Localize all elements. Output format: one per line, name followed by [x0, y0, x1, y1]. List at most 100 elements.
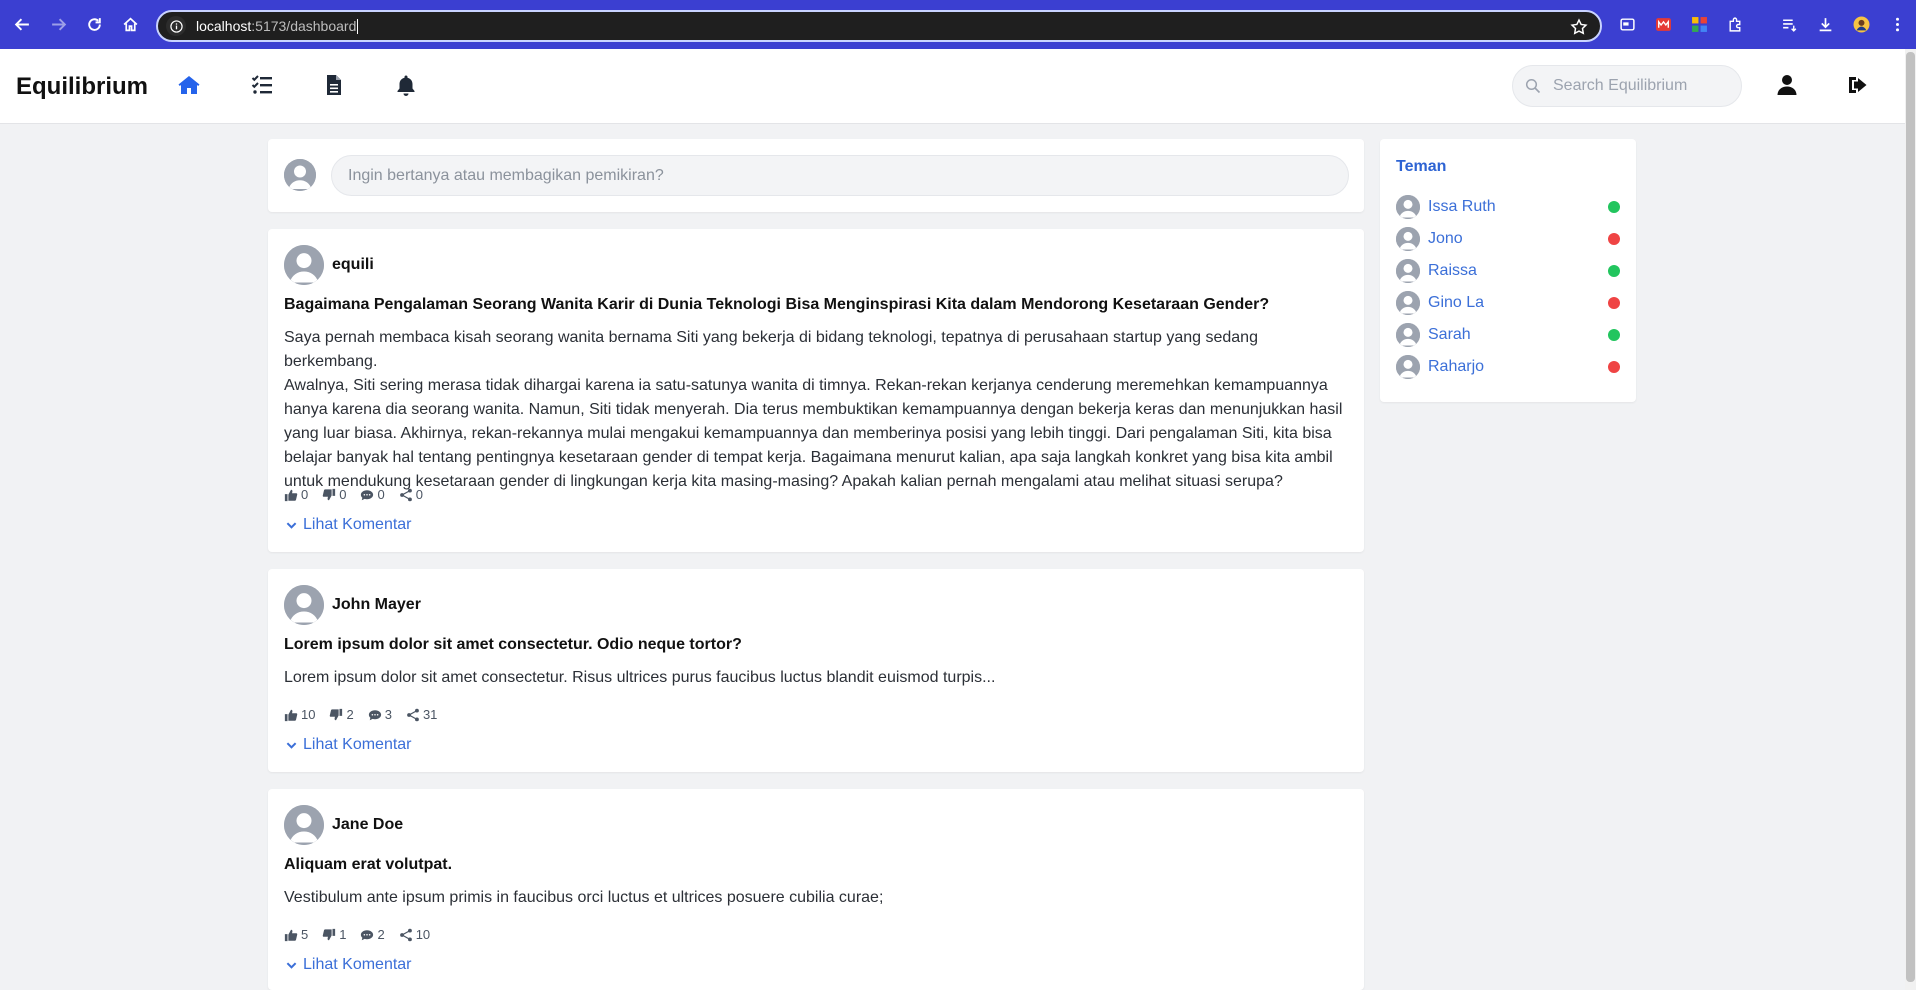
site-info-icon[interactable] [166, 16, 186, 36]
avatar [1396, 195, 1420, 219]
view-comments-toggle[interactable]: Lihat Komentar [284, 736, 412, 754]
avatar[interactable] [284, 245, 324, 285]
avatar[interactable] [284, 805, 324, 845]
post-stats: 0 0 0 0 [284, 487, 437, 502]
friend-name[interactable]: Raharjo [1428, 358, 1484, 376]
browser-menu-icon[interactable] [1885, 12, 1909, 36]
share-button[interactable]: 0 [399, 487, 423, 502]
post-title[interactable]: Bagaimana Pengalaman Seorang Wanita Kari… [284, 296, 1269, 314]
post-body-line: Saya pernah membaca kisah seorang wanita… [284, 329, 1258, 370]
thumbs-up-icon [284, 489, 298, 501]
comment-icon [361, 929, 374, 940]
home-icon[interactable] [112, 6, 148, 42]
comment-button[interactable]: 2 [360, 927, 385, 942]
text-caret [357, 19, 359, 35]
url-text[interactable]: localhost:5173/dashboard [196, 17, 359, 35]
view-comments-toggle[interactable]: Lihat Komentar [284, 516, 412, 534]
search-input[interactable] [1553, 77, 1733, 95]
comment-count: 3 [384, 707, 392, 722]
composer-input[interactable]: Ingin bertanya atau membagikan pemikiran… [331, 155, 1349, 196]
dislike-button[interactable]: 0 [322, 487, 346, 502]
share-icon [407, 708, 419, 721]
post-author[interactable]: Jane Doe [332, 816, 403, 834]
comment-icon [368, 709, 381, 720]
status-dot-offline [1608, 297, 1620, 309]
tab-search-icon[interactable] [1615, 12, 1639, 36]
back-icon[interactable] [4, 6, 40, 42]
comment-button[interactable]: 3 [368, 707, 392, 722]
comment-button[interactable]: 0 [360, 487, 385, 502]
status-dot-online [1608, 265, 1620, 277]
status-dot-offline [1608, 233, 1620, 245]
like-button[interactable]: 0 [284, 487, 308, 502]
post-body: Lorem ipsum dolor sit amet consectetur. … [284, 666, 1350, 690]
page-scrollbar-thumb[interactable] [1906, 52, 1915, 982]
share-button[interactable]: 31 [406, 707, 437, 722]
address-bar[interactable]: localhost:5173/dashboard [156, 10, 1602, 42]
post-header: equili [284, 245, 374, 285]
friend-item[interactable]: Raharjo [1396, 354, 1620, 380]
view-comments-label: Lihat Komentar [303, 956, 412, 973]
search-box[interactable] [1512, 65, 1742, 107]
nav-tasks-icon[interactable] [248, 71, 276, 99]
dislike-button[interactable]: 2 [329, 707, 354, 722]
forward-icon[interactable] [40, 6, 76, 42]
post-title[interactable]: Aliquam erat volutpat. [284, 856, 452, 874]
comment-count: 2 [377, 927, 385, 942]
nav-home-icon[interactable] [175, 71, 203, 99]
avatar [1396, 323, 1420, 347]
chevron-down-icon [286, 521, 297, 529]
avatar [1396, 227, 1420, 251]
post-author[interactable]: John Mayer [332, 596, 421, 614]
profile-user-icon[interactable] [1773, 71, 1801, 99]
url-host: localhost [196, 17, 252, 34]
share-button[interactable]: 10 [399, 927, 430, 942]
friend-name[interactable]: Issa Ruth [1428, 198, 1496, 216]
friend-item[interactable]: Jono [1396, 226, 1620, 252]
view-comments-toggle[interactable]: Lihat Komentar [284, 956, 412, 974]
avatar [1396, 259, 1420, 283]
view-comments-label: Lihat Komentar [303, 736, 412, 753]
avatar[interactable] [284, 585, 324, 625]
status-dot-online [1608, 201, 1620, 213]
friend-item[interactable]: Issa Ruth [1396, 194, 1620, 220]
like-button[interactable]: 10 [284, 707, 315, 722]
friend-name[interactable]: Gino La [1428, 294, 1484, 312]
app-header: Equilibrium [0, 49, 1905, 124]
friend-item[interactable]: Gino La [1396, 290, 1620, 316]
reading-list-icon[interactable] [1777, 12, 1801, 36]
reload-icon[interactable] [76, 6, 112, 42]
like-count: 10 [301, 707, 316, 722]
comment-icon [361, 489, 374, 500]
logout-icon[interactable] [1844, 71, 1872, 99]
like-count: 5 [301, 927, 309, 942]
friend-name[interactable]: Sarah [1428, 326, 1471, 344]
bookmark-star-icon[interactable] [1570, 18, 1588, 36]
friends-panel: Teman Issa Ruth Jono Raissa Gino La Sara… [1380, 139, 1636, 402]
nav-notification-bell-icon[interactable] [392, 71, 420, 99]
dislike-button[interactable]: 1 [322, 927, 346, 942]
share-icon [399, 928, 412, 941]
nav-document-icon[interactable] [320, 71, 348, 99]
extensions-puzzle-icon[interactable] [1723, 12, 1747, 36]
friend-item[interactable]: Sarah [1396, 322, 1620, 348]
extension-grid-icon[interactable] [1687, 12, 1711, 36]
profile-avatar-icon[interactable] [1849, 12, 1873, 36]
friend-name[interactable]: Jono [1428, 230, 1463, 248]
post-body-line: untuk mendukung kesetaraan gender di lin… [284, 473, 1283, 490]
post-title[interactable]: Lorem ipsum dolor sit amet consectetur. … [284, 636, 742, 654]
brand-logo[interactable]: Equilibrium [16, 73, 148, 101]
thumbs-down-icon [330, 708, 343, 720]
post-stats: 10 2 3 31 [284, 707, 451, 722]
share-count: 10 [415, 927, 431, 942]
post-author[interactable]: equili [332, 256, 374, 274]
dislike-count: 1 [339, 927, 347, 942]
search-icon [1525, 78, 1541, 94]
download-icon[interactable] [1813, 12, 1837, 36]
like-button[interactable]: 5 [284, 927, 308, 942]
post-card: John Mayer Lorem ipsum dolor sit amet co… [268, 569, 1364, 772]
share-count: 0 [415, 487, 423, 502]
extension-red-icon[interactable] [1651, 12, 1675, 36]
friend-name[interactable]: Raissa [1428, 262, 1477, 280]
friend-item[interactable]: Raissa [1396, 258, 1620, 284]
